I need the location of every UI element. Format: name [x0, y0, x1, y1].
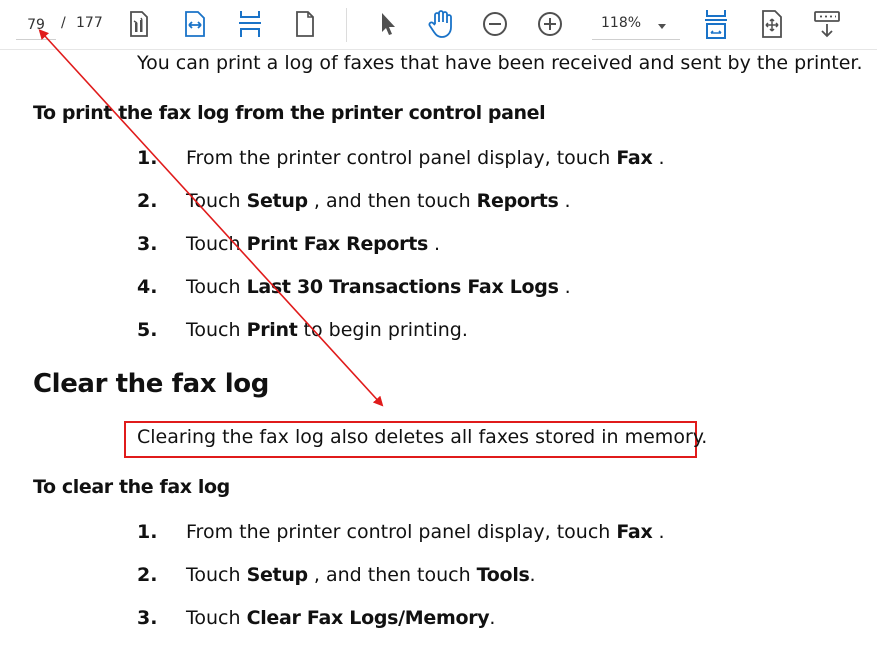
step-text: Touch Setup , and then touch Reports . [186, 190, 571, 212]
step-number: 2. [137, 564, 158, 586]
step-text: Touch Print to begin printing. [186, 319, 468, 341]
zoom-in-icon[interactable] [533, 7, 567, 41]
page-separator: / [61, 15, 66, 31]
hand-pan-icon[interactable] [424, 7, 458, 41]
zoom-level-value: 118% [601, 15, 642, 31]
step-text: Touch Clear Fax Logs/Memory. [186, 607, 496, 629]
step-number: 4. [137, 276, 158, 298]
step-number: 3. [137, 233, 158, 255]
step-number: 3. [137, 607, 158, 629]
step-text: Touch Setup , and then touch Tools. [186, 564, 536, 586]
document-page: You can print a log of faxes that have b… [0, 51, 877, 652]
step-number: 1. [137, 521, 158, 543]
page-number-input[interactable] [16, 9, 56, 40]
step-number: 2. [137, 190, 158, 212]
fit-page-icon[interactable] [233, 7, 267, 41]
step-text: From the printer control panel display, … [186, 147, 665, 169]
single-page-icon[interactable] [288, 7, 322, 41]
rotate-view-icon[interactable] [755, 7, 789, 41]
page-total: 177 [76, 15, 103, 31]
toolbar-divider [346, 8, 347, 42]
print-fax-log-subheading: To print the fax log from the printer co… [33, 102, 546, 124]
step-text: Touch Print Fax Reports . [186, 233, 441, 255]
zoom-out-icon[interactable] [478, 7, 512, 41]
step-text: Touch Last 30 Transactions Fax Logs . [186, 276, 571, 298]
clear-fax-log-subheading: To clear the fax log [33, 476, 230, 498]
pdf-toolbar: / 177 [0, 0, 877, 50]
clear-note-paragraph: Clearing the fax log also deletes all fa… [137, 426, 708, 448]
clear-fax-log-heading: Clear the fax log [33, 369, 269, 399]
scroll-mode-icon[interactable] [699, 7, 733, 41]
step-number: 5. [137, 319, 158, 341]
zoom-dropdown-icon [656, 17, 668, 36]
select-pointer-icon[interactable] [370, 7, 404, 41]
intro-paragraph: You can print a log of faxes that have b… [137, 52, 863, 74]
step-number: 1. [137, 147, 158, 169]
page-thumbnails-icon[interactable] [122, 7, 156, 41]
more-tools-icon[interactable] [810, 7, 844, 41]
fit-width-icon[interactable] [178, 7, 212, 41]
step-text: From the printer control panel display, … [186, 521, 665, 543]
zoom-level-dropdown[interactable]: 118% [592, 9, 680, 40]
